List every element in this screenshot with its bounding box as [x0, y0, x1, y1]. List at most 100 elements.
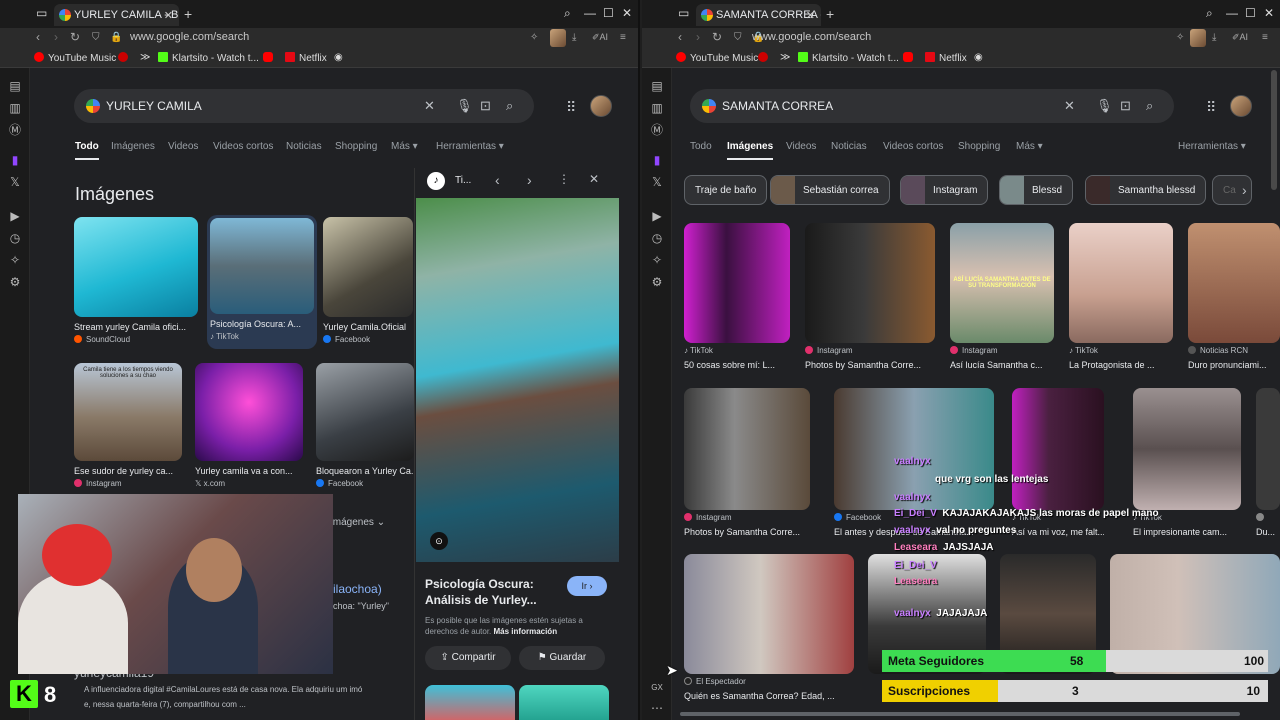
- extensions-icon[interactable]: ✧: [649, 252, 665, 268]
- preview-source[interactable]: Ti...: [455, 175, 471, 186]
- ai-icon[interactable]: ✐AI: [1232, 32, 1248, 43]
- menu-icon[interactable]: ≡: [620, 32, 626, 43]
- search-tabs-icon[interactable]: ⌕: [564, 6, 571, 21]
- sidebar-tabs-icon[interactable]: ▤: [7, 78, 23, 94]
- github-icon[interactable]: ◉: [334, 52, 343, 63]
- account-avatar[interactable]: [590, 95, 612, 117]
- profile-avatar[interactable]: [550, 29, 566, 47]
- gx-icon[interactable]: GX: [649, 680, 665, 696]
- image-result[interactable]: Yurley camila va a con... 𝕏 x.com: [195, 363, 303, 488]
- history-icon[interactable]: ◷: [7, 230, 23, 246]
- back-icon[interactable]: ‹: [678, 30, 682, 44]
- tab-mas[interactable]: Más ▾: [391, 141, 418, 152]
- tab-herramientas[interactable]: Herramientas ▾: [1178, 141, 1246, 152]
- tab-videos[interactable]: Videos: [168, 141, 198, 152]
- apps-icon[interactable]: ⠿: [1206, 99, 1216, 116]
- shield-icon[interactable]: ⛉: [92, 32, 100, 43]
- lens-icon[interactable]: ⊡: [480, 98, 491, 114]
- twitch-icon[interactable]: ▮: [7, 152, 23, 168]
- x-icon[interactable]: 𝕏: [649, 174, 665, 190]
- url-field[interactable]: www.google.com/search: [130, 31, 249, 43]
- x-icon[interactable]: 𝕏: [7, 174, 23, 190]
- image-result[interactable]: Camila tiene a los tiempos viendo soluci…: [74, 363, 182, 488]
- image-result[interactable]: Du...: [1256, 388, 1280, 537]
- tab-shopping[interactable]: Shopping: [335, 141, 377, 152]
- image-result[interactable]: Yurley Camila.Oficial Facebook: [323, 217, 413, 344]
- tab-todo[interactable]: Todo: [75, 141, 99, 160]
- url-field[interactable]: www.google.com/search: [752, 31, 871, 43]
- extensions-icon[interactable]: ✧: [7, 252, 23, 268]
- reload-icon[interactable]: ↻: [70, 30, 80, 44]
- vertical-scrollbar[interactable]: [1271, 70, 1277, 190]
- related-thumb[interactable]: [425, 685, 515, 720]
- tab-menu-icon[interactable]: ▭: [36, 6, 47, 20]
- bookmark-overflow-icon[interactable]: ≫: [140, 52, 150, 63]
- image-result[interactable]: Instagram Photos by Samantha Corre...: [805, 223, 935, 370]
- bookmark-red-icon[interactable]: [758, 52, 772, 64]
- maximize-icon[interactable]: ☐: [1245, 6, 1256, 20]
- tab-todo[interactable]: Todo: [690, 141, 712, 152]
- new-tab-icon[interactable]: +: [826, 6, 834, 22]
- search-box[interactable]: YURLEY CAMILA ✕ 🎙 ⊡ ⌕: [74, 89, 534, 123]
- bookmark-netflix[interactable]: Netflix: [925, 52, 967, 64]
- sidebar-notes-icon[interactable]: ▥: [649, 100, 665, 116]
- tab-imagenes[interactable]: Imágenes: [111, 141, 155, 152]
- sidebar-tabs-icon[interactable]: ▤: [649, 78, 665, 94]
- bookmark-youtube-music[interactable]: YouTube Music: [34, 52, 116, 64]
- account-avatar[interactable]: [1230, 95, 1252, 117]
- sidebar-m-icon[interactable]: Ⓜ: [7, 122, 23, 138]
- go-button[interactable]: Ir ›: [567, 576, 607, 596]
- bookmark-netflix[interactable]: Netflix: [285, 52, 327, 64]
- tab-noticias[interactable]: Noticias: [831, 141, 867, 152]
- chip-blessd[interactable]: Blessd: [999, 175, 1074, 205]
- history-icon[interactable]: ◷: [649, 230, 665, 246]
- prev-icon[interactable]: ‹: [495, 172, 500, 188]
- ai-icon[interactable]: ✐AI: [592, 32, 608, 43]
- more-icon[interactable]: ⋯: [649, 700, 665, 716]
- tab-herramientas[interactable]: Herramientas ▾: [436, 141, 504, 152]
- search-input[interactable]: SAMANTA CORREA: [722, 99, 833, 113]
- sidebar-notes-icon[interactable]: ▥: [7, 100, 23, 116]
- bookmark-youtube-icon[interactable]: [903, 52, 917, 64]
- tab-mas[interactable]: Más ▾: [1016, 141, 1043, 152]
- forward-icon[interactable]: ›: [54, 30, 58, 44]
- horizontal-scrollbar[interactable]: [672, 710, 1280, 718]
- bookmark-kick[interactable]: Klartsito - Watch t...: [158, 52, 259, 64]
- menu-icon[interactable]: ≡: [1262, 32, 1268, 43]
- chip-traje-de-bano[interactable]: Traje de baño: [684, 175, 768, 205]
- image-result[interactable]: ♪ TikTok 50 cosas sobre mí: L...: [684, 223, 790, 370]
- image-result[interactable]: El Espectador Quién es Samantha Correa? …: [684, 554, 854, 701]
- tab-imagenes[interactable]: Imágenes: [727, 141, 774, 160]
- preview-title[interactable]: Psicología Oscura: Análisis de Yurley...: [425, 576, 545, 608]
- minimize-icon[interactable]: —: [584, 6, 596, 20]
- share-button[interactable]: ⇪ Compartir: [425, 646, 511, 670]
- next-icon[interactable]: ›: [527, 172, 532, 188]
- bookmark-overflow-icon[interactable]: ≫: [780, 52, 790, 63]
- more-images-link[interactable]: Imágenes ⌄: [330, 517, 385, 528]
- browser-tab[interactable]: YURLEY CAMILA - Buscar ✕: [54, 4, 179, 26]
- profile-avatar[interactable]: [1190, 29, 1206, 47]
- image-result[interactable]: Stream yurley Camila ofici... SoundCloud: [74, 217, 198, 344]
- save-button[interactable]: ⚑ Guardar: [519, 646, 605, 670]
- close-window-icon[interactable]: ✕: [1264, 6, 1274, 20]
- chip-samantha-blessd[interactable]: Samantha blessd: [1085, 175, 1207, 205]
- tab-videos-cortos[interactable]: Videos cortos: [883, 141, 943, 152]
- minimize-icon[interactable]: —: [1226, 6, 1238, 20]
- download-icon[interactable]: ⤓: [1212, 32, 1216, 43]
- close-tab-icon[interactable]: ✕: [806, 9, 815, 22]
- back-icon[interactable]: ‹: [36, 30, 40, 44]
- tab-videos[interactable]: Videos: [786, 141, 816, 152]
- search-icon[interactable]: ⌕: [506, 98, 513, 114]
- new-tab-icon[interactable]: +: [184, 6, 192, 22]
- chip-sebastian-correa[interactable]: Sebastián correa: [770, 175, 890, 205]
- bookmark-youtube-music[interactable]: YouTube Music: [676, 52, 758, 64]
- maximize-icon[interactable]: ☐: [603, 6, 614, 20]
- apps-icon[interactable]: ⠿: [566, 99, 576, 116]
- bookmark-youtube-icon[interactable]: [263, 52, 277, 64]
- search-tabs-icon[interactable]: ⌕: [1206, 6, 1213, 21]
- image-result[interactable]: Noticias RCN Duro pronunciami...: [1188, 223, 1280, 370]
- clear-icon[interactable]: ✕: [1064, 98, 1075, 114]
- twitch-icon[interactable]: ▮: [649, 152, 665, 168]
- chip-instagram[interactable]: Instagram: [900, 175, 989, 205]
- reload-icon[interactable]: ↻: [712, 30, 722, 44]
